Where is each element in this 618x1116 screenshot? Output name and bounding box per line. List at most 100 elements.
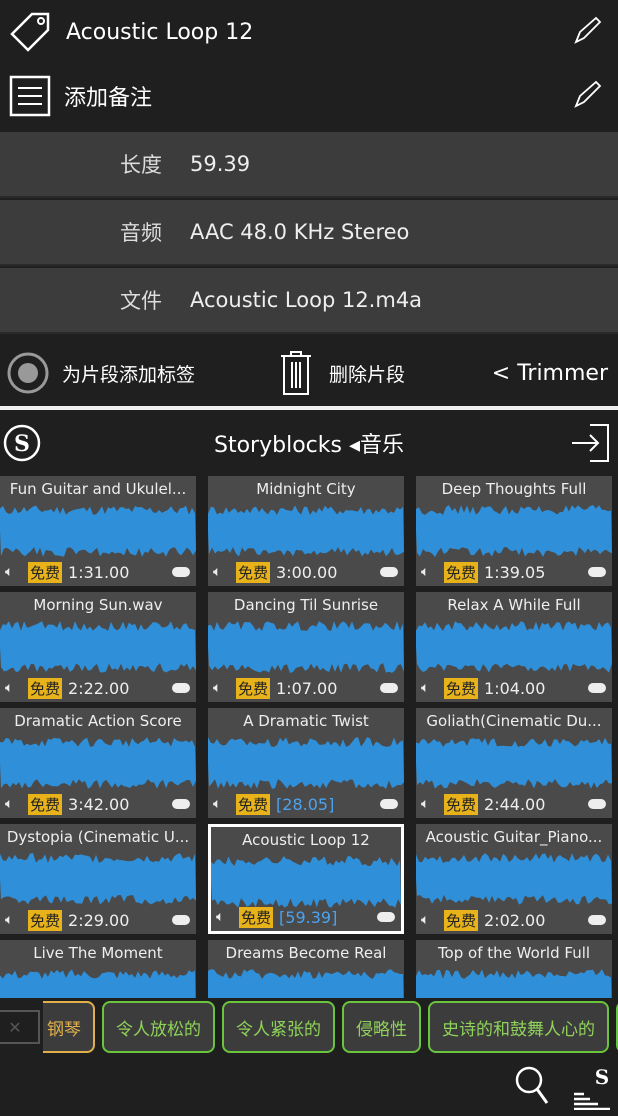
track-tile[interactable]: A Dramatic Twist 🔈︎ 免费 [28.05]	[208, 708, 404, 818]
speaker-icon[interactable]: 🔈︎	[213, 680, 221, 696]
free-badge: 免费	[444, 677, 479, 699]
info-label: 长度	[120, 153, 162, 177]
track-tile[interactable]: Morning Sun.wav 🔈︎ 免费 2:22.00	[0, 592, 196, 702]
track-tile[interactable]: Fun Guitar and Ukulel... 🔈︎ 免费 1:31.00	[0, 476, 196, 586]
waveform	[208, 737, 404, 789]
track-tile[interactable]: Dreams Become Real	[208, 940, 404, 998]
info-label: 音频	[120, 221, 162, 245]
clip-name-row[interactable]: Acoustic Loop 12	[0, 0, 618, 64]
cloud-download-icon[interactable]	[172, 683, 190, 693]
cloud-download-icon[interactable]	[172, 915, 190, 925]
clear-filter-button[interactable]: ✕	[0, 1010, 40, 1044]
track-title: Dancing Til Sunrise	[233, 596, 379, 614]
track-footer: 🔈︎ 免费 3:00.00	[208, 560, 404, 584]
info-value: 59.39	[190, 152, 251, 176]
track-title: Goliath(Cinematic Du...	[426, 712, 602, 730]
waveform	[0, 737, 196, 789]
tag-chip[interactable]: 令人紧张的	[222, 1001, 335, 1053]
track-tile[interactable]: Top of the World Full	[416, 940, 612, 998]
cloud-download-icon[interactable]	[380, 567, 398, 577]
info-row-audio: 音频 AAC 48.0 KHz Stereo	[0, 200, 618, 266]
speaker-icon[interactable]: 🔈︎	[5, 680, 13, 696]
speaker-icon[interactable]: 🔈︎	[421, 796, 429, 812]
track-footer: 🔈︎ 免费 1:31.00	[0, 560, 196, 584]
track-duration: 2:02.00	[484, 910, 546, 930]
cloud-download-icon[interactable]	[588, 567, 606, 577]
tag-filter-bar: ✕ 钢琴 令人放松的 令人紧张的 侵略性 史诗的和鼓舞人心的	[0, 1000, 618, 1054]
track-duration: 1:07.00	[276, 678, 338, 698]
track-title: Acoustic Loop 12	[242, 831, 370, 849]
cloud-download-icon[interactable]	[588, 799, 606, 809]
track-title: Dreams Become Real	[225, 944, 387, 962]
track-tile[interactable]: Dramatic Action Score 🔈︎ 免费 3:42.00	[0, 708, 196, 818]
back-to-trimmer-button[interactable]: < Trimmer	[492, 361, 608, 386]
speaker-icon[interactable]: 🔈︎	[5, 912, 13, 928]
speaker-icon[interactable]: 🔈︎	[213, 796, 221, 812]
record-circle-icon	[7, 352, 49, 394]
speaker-icon[interactable]: 🔈︎	[5, 796, 13, 812]
track-duration: [59.39]	[279, 907, 338, 927]
tag-chip[interactable]: 钢琴	[43, 1001, 95, 1053]
track-tile[interactable]: Dystopia (Cinematic U... 🔈︎ 免费 2:29.00	[0, 824, 196, 934]
speaker-icon[interactable]: 🔈︎	[5, 564, 13, 580]
exit-icon[interactable]	[570, 423, 610, 463]
cloud-download-icon[interactable]	[380, 799, 398, 809]
track-tile[interactable]: Goliath(Cinematic Du... 🔈︎ 免费 2:44.00	[416, 708, 612, 818]
delete-clip-button[interactable]: 删除片段	[279, 350, 405, 396]
track-tile[interactable]: Acoustic Guitar_Piano... 🔈︎ 免费 2:02.00	[416, 824, 612, 934]
track-title: Midnight City	[256, 480, 356, 498]
free-badge: 免费	[444, 561, 479, 583]
speaker-icon[interactable]: 🔈︎	[216, 909, 224, 925]
waveform	[416, 737, 612, 789]
info-label: 文件	[120, 289, 162, 313]
track-tile[interactable]: Live The Moment	[0, 940, 196, 998]
track-tile[interactable]: Acoustic Loop 12 🔈︎ 免费 [59.39]	[208, 824, 404, 934]
cloud-download-icon[interactable]	[380, 683, 398, 693]
track-duration: 1:39.05	[484, 562, 546, 582]
cloud-download-icon[interactable]	[377, 912, 395, 922]
speaker-icon[interactable]: 🔈︎	[421, 912, 429, 928]
speaker-icon[interactable]: 🔈︎	[421, 564, 429, 580]
svg-text:S: S	[595, 1066, 609, 1089]
track-tile[interactable]: Relax A While Full 🔈︎ 免费 1:04.00	[416, 592, 612, 702]
track-tile[interactable]: Dancing Til Sunrise 🔈︎ 免费 1:07.00	[208, 592, 404, 702]
edit-pencil-icon[interactable]	[572, 80, 602, 110]
track-footer: 🔈︎ 免费 1:04.00	[416, 676, 612, 700]
cloud-download-icon[interactable]	[172, 799, 190, 809]
track-title: Morning Sun.wav	[33, 596, 163, 614]
add-tag-button[interactable]: 为片段添加标签	[0, 351, 195, 395]
waveform	[211, 856, 401, 908]
free-badge: 免费	[28, 909, 63, 931]
tag-chip[interactable]: 侵略性	[342, 1001, 421, 1053]
track-tile[interactable]: Midnight City 🔈︎ 免费 3:00.00	[208, 476, 404, 586]
track-footer: 🔈︎ 免费 1:07.00	[208, 676, 404, 700]
track-footer: 🔈︎ 免费 1:39.05	[416, 560, 612, 584]
track-footer: 🔈︎ 免费 2:44.00	[416, 792, 612, 816]
edit-pencil-icon[interactable]	[572, 16, 602, 46]
track-tile[interactable]: Deep Thoughts Full 🔈︎ 免费 1:39.05	[416, 476, 612, 586]
delete-clip-label: 删除片段	[329, 363, 406, 386]
actions-bar: 为片段添加标签 删除片段 < Trimmer	[0, 340, 618, 406]
waveform	[0, 505, 196, 557]
speaker-icon[interactable]: 🔈︎	[213, 564, 221, 580]
track-duration: 2:22.00	[68, 678, 130, 698]
track-footer: 🔈︎ 免费 [59.39]	[211, 905, 401, 929]
free-badge: 免费	[444, 793, 479, 815]
cloud-download-icon[interactable]	[588, 683, 606, 693]
free-badge: 免费	[239, 906, 274, 928]
storyblocks-logo-icon[interactable]: S	[3, 424, 41, 462]
tag-chip[interactable]: 令人放松的	[102, 1001, 215, 1053]
search-icon[interactable]	[515, 1066, 549, 1106]
note-row[interactable]: 添加备注	[0, 64, 618, 128]
tag-chip[interactable]: 史诗的和鼓舞人心的	[428, 1001, 609, 1053]
cloud-download-icon[interactable]	[172, 567, 190, 577]
waveform	[0, 621, 196, 673]
speaker-icon[interactable]: 🔈︎	[421, 680, 429, 696]
track-duration: 1:31.00	[68, 562, 130, 582]
cloud-download-icon[interactable]	[588, 915, 606, 925]
note-placeholder: 添加备注	[64, 86, 153, 111]
track-title: Live The Moment	[33, 944, 163, 962]
track-title: Acoustic Guitar_Piano...	[425, 828, 603, 846]
track-footer: 🔈︎ 免费 [28.05]	[208, 792, 404, 816]
sort-list-icon[interactable]: S	[572, 1066, 612, 1110]
